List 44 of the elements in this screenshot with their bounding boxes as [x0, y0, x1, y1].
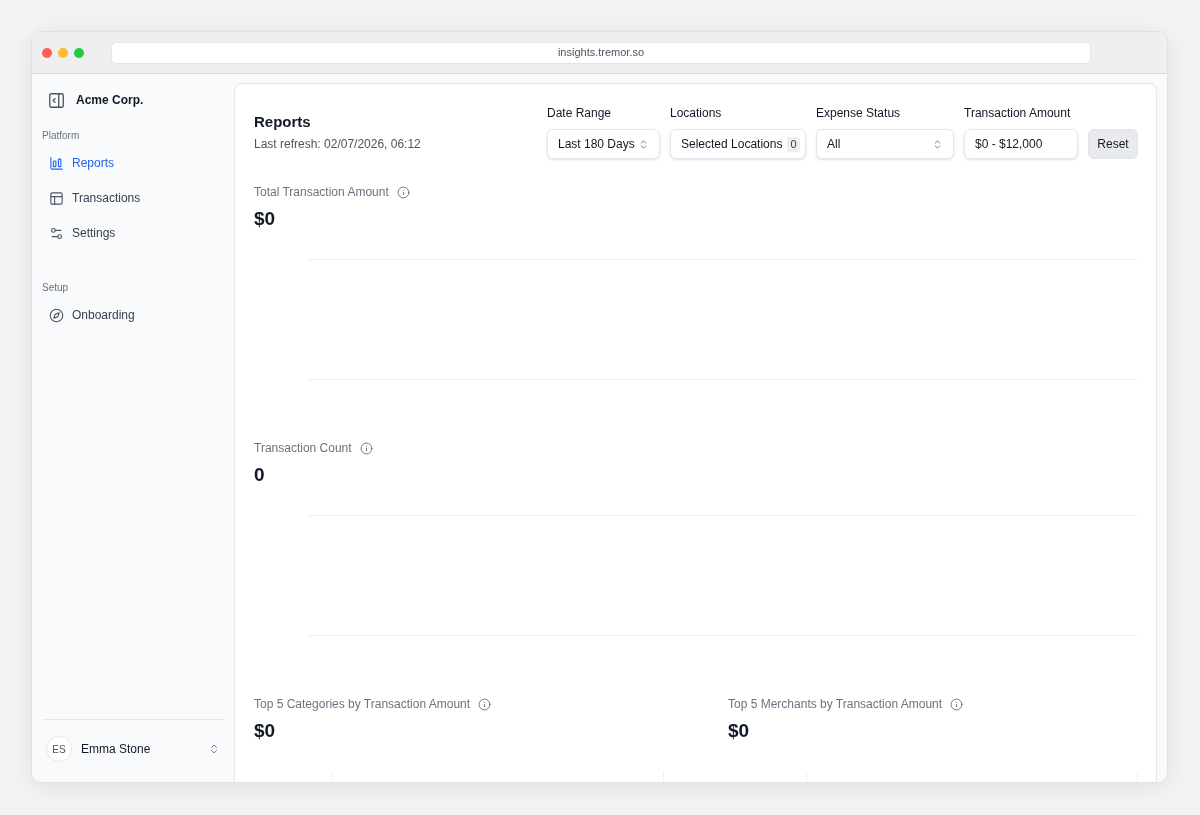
nav-item[interactable]: Reports — [42, 148, 224, 178]
multi-select-field[interactable]: Selected Locations 0 — [670, 129, 806, 159]
count-badge: 0 — [787, 136, 800, 152]
page-title: Reports — [254, 112, 312, 132]
metric-label: Total Transaction Amount — [254, 184, 389, 200]
metric-label: Top 5 Categories by Transaction Amount — [254, 696, 471, 712]
metric-value: $0 — [728, 719, 750, 743]
maximize-window-icon[interactable] — [74, 47, 84, 58]
last-refresh-text: Last refresh: 02/07/2026, 06:12 — [254, 136, 421, 152]
table-icon — [49, 190, 64, 206]
user-name: Emma Stone — [81, 741, 151, 758]
metric-value: 0 — [254, 463, 265, 487]
select-field[interactable]: All — [816, 129, 954, 159]
filter-label: Locations — [670, 105, 723, 121]
filter-label: Transaction Amount — [964, 105, 1072, 121]
chevrons-up-down-icon[interactable] — [208, 743, 220, 755]
info-icon[interactable] — [359, 441, 373, 455]
metric-label: Top 5 Merchants by Transaction Amount — [728, 696, 943, 712]
metric-label: Transaction Count — [254, 440, 352, 456]
filter-label: Date Range — [547, 105, 613, 121]
info-icon[interactable] — [478, 697, 492, 711]
info-icon[interactable] — [950, 697, 964, 711]
section-label: Setup — [42, 281, 70, 295]
filter-label: Expense Status — [816, 105, 902, 121]
nav-item[interactable]: Settings — [42, 218, 224, 248]
nav-item[interactable]: Transactions — [42, 183, 224, 213]
chevrons-up-down-icon — [932, 138, 943, 150]
sliders-icon — [49, 225, 64, 241]
section-label: Platform — [42, 129, 81, 143]
metric-value: $0 — [254, 719, 276, 743]
user-avatar: ES — [46, 736, 72, 762]
nav-item[interactable]: Onboarding — [42, 300, 224, 330]
bar-chart-icon — [49, 155, 64, 171]
reset-button[interactable]: Reset — [1088, 129, 1138, 159]
panel-icon[interactable] — [49, 92, 64, 108]
company-name: Acme Corp. — [76, 92, 144, 109]
chevrons-up-down-icon — [638, 138, 649, 150]
metric-value: $0 — [254, 207, 276, 231]
close-window-icon[interactable] — [42, 47, 52, 58]
address-bar[interactable]: insights.tremor.so — [111, 41, 1091, 64]
info-icon[interactable] — [396, 185, 410, 199]
compass-icon — [49, 307, 64, 323]
input-field[interactable]: $0 - $12,000 — [964, 129, 1078, 159]
select-field[interactable]: Last 180 Days — [547, 129, 660, 159]
